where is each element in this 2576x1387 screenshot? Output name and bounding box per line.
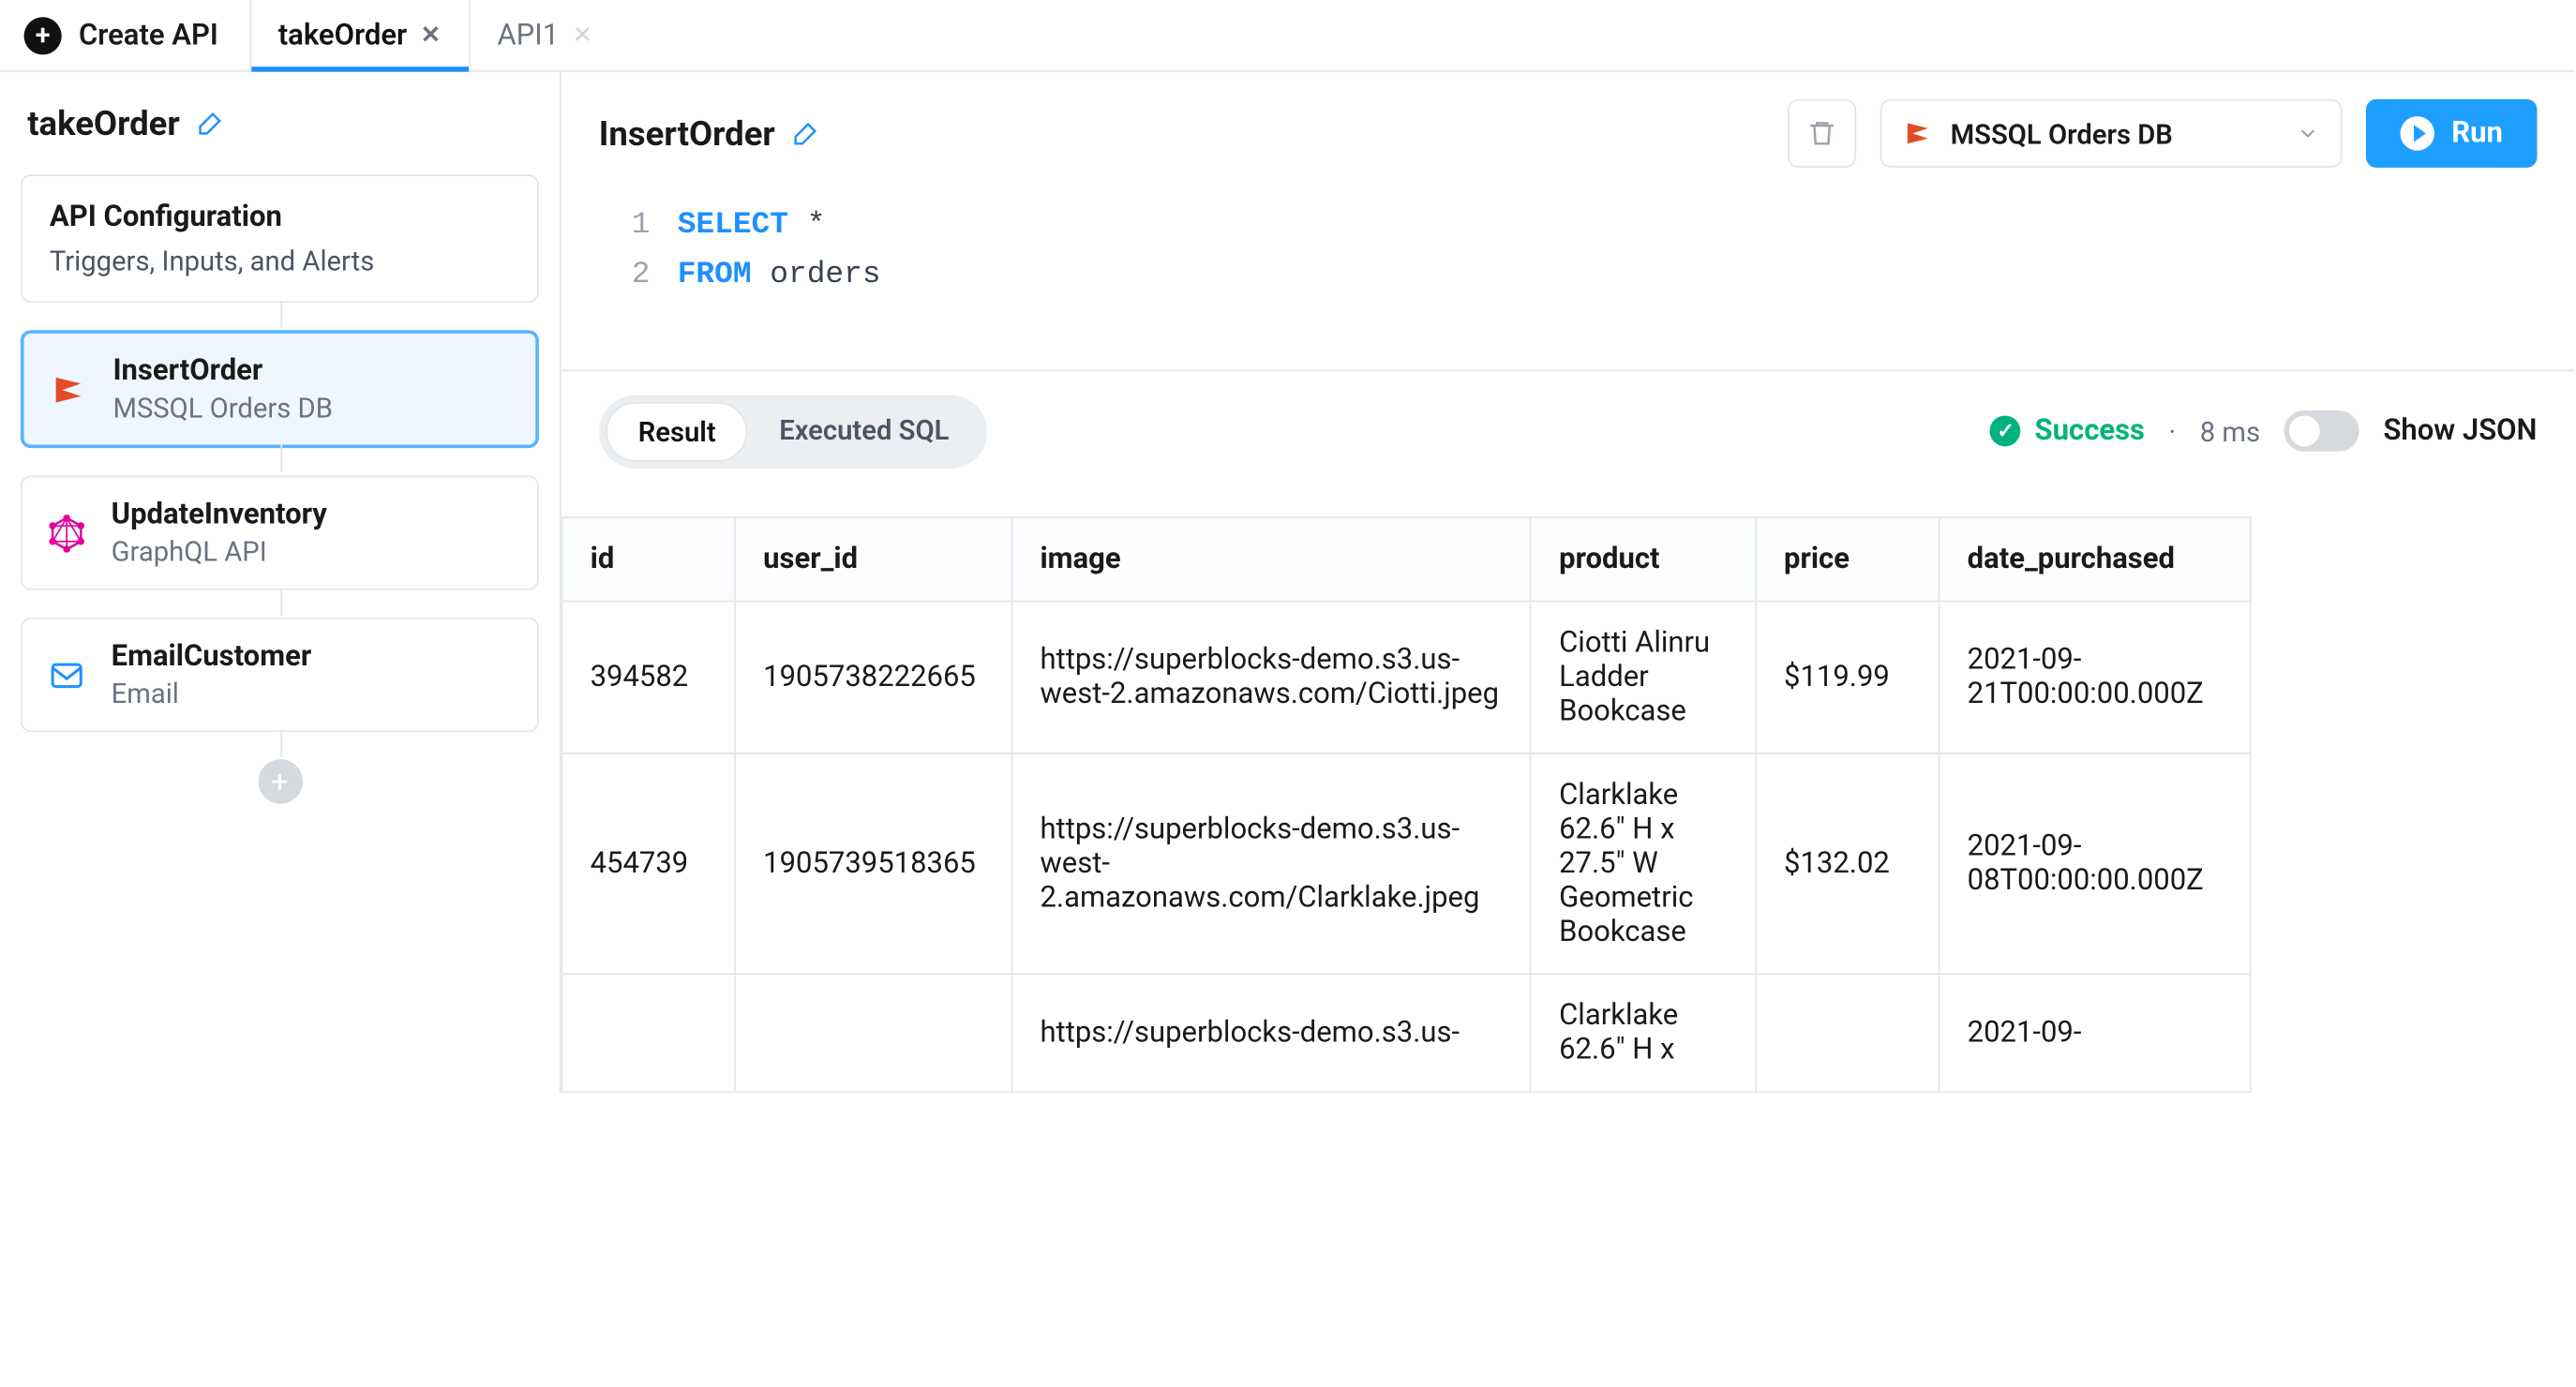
sql-editor[interactable]: 1 SELECT * 2 FROM orders (562, 191, 2575, 368)
cell-id: 394582 (562, 601, 736, 753)
mssql-icon (1902, 118, 1933, 149)
datasource-select[interactable]: MSSQL Orders DB (1880, 99, 2343, 168)
step-integration: MSSQL Orders DB (112, 392, 332, 425)
cell-product: Clarklake 62.6" H x 27.5" W Geometric Bo… (1531, 753, 1756, 973)
sidebar: takeOrder API Configuration Triggers, In… (0, 72, 562, 1093)
run-button[interactable]: Run (2366, 99, 2537, 168)
cell-product: Clarklake 62.6" H x (1531, 974, 1756, 1092)
delete-button[interactable] (1788, 99, 1856, 168)
col-price[interactable]: price (1756, 516, 1939, 600)
col-user-id[interactable]: user_id (735, 516, 1011, 600)
cell-image: https://superblocks-demo.s3.us- (1011, 974, 1531, 1092)
cell-price: $132.02 (1756, 753, 1939, 973)
config-title: API Configuration (50, 201, 510, 235)
cell-image: https://superblocks-demo.s3.us-west-2.am… (1011, 601, 1531, 753)
edit-icon[interactable] (792, 120, 819, 147)
close-icon[interactable]: ✕ (421, 22, 441, 49)
edit-icon[interactable] (197, 110, 224, 137)
cell-id: 454739 (562, 753, 736, 973)
close-icon[interactable]: ✕ (573, 22, 592, 49)
col-date-purchased[interactable]: date_purchased (1939, 516, 2251, 600)
execution-time: 8 ms (2200, 415, 2260, 448)
cell-date: 2021-09- (1939, 974, 2251, 1092)
show-json-toggle[interactable] (2284, 410, 2359, 452)
cell-date: 2021-09-21T00:00:00.000Z (1939, 601, 2251, 753)
create-api-label: Create API (79, 18, 218, 52)
table-row[interactable]: https://superblocks-demo.s3.us- Clarklak… (562, 974, 2251, 1092)
cell-product: Ciotti Alinru Ladder Bookcase (1531, 601, 1756, 753)
config-subtitle: Triggers, Inputs, and Alerts (50, 245, 510, 277)
step-name: UpdateInventory (112, 498, 327, 532)
step-insertorder[interactable]: InsertOrder MSSQL Orders DB (21, 330, 539, 448)
col-image[interactable]: image (1011, 516, 1531, 600)
cell-image: https://superblocks-demo.s3.us-west-2.am… (1011, 753, 1531, 973)
show-json-label: Show JSON (2383, 414, 2537, 449)
tab-label: API1 (497, 18, 559, 52)
api-title: takeOrder (21, 103, 539, 144)
step-emailcustomer[interactable]: EmailCustomer Email (21, 618, 539, 732)
chevron-down-icon (2296, 122, 2320, 146)
tab-result[interactable]: Result (606, 401, 748, 461)
main-panel: InsertOrder MSSQL Orders DB (562, 72, 2575, 1093)
tab-bar: + Create API takeOrder ✕ API1 ✕ (0, 0, 2575, 72)
cell-user-id: 1905739518365 (735, 753, 1011, 973)
table-row[interactable]: 394582 1905738222665 https://superblocks… (562, 601, 2251, 753)
cell-user-id: 1905738222665 (735, 601, 1011, 753)
table-row[interactable]: 454739 1905739518365 https://superblocks… (562, 753, 2251, 973)
cell-price: $119.99 (1756, 601, 1939, 753)
mssql-icon (48, 368, 89, 410)
api-name: takeOrder (27, 103, 180, 144)
col-product[interactable]: product (1531, 516, 1756, 600)
result-table: id user_id image product price date_purc… (562, 515, 2252, 1092)
tab-api1[interactable]: API1 ✕ (468, 0, 620, 70)
step-name: EmailCustomer (112, 640, 312, 675)
result-toolbar: Result Executed SQL ✓ Success · 8 ms Sho… (562, 368, 2575, 491)
plus-icon: + (24, 16, 62, 53)
datasource-label: MSSQL Orders DB (1951, 117, 2173, 150)
timing-dot: · (2169, 415, 2177, 448)
cell-date: 2021-09-08T00:00:00.000Z (1939, 753, 2251, 973)
graphql-icon (46, 513, 87, 554)
line-number: 2 (599, 251, 651, 301)
tab-label: takeOrder (278, 18, 407, 52)
add-step-button[interactable]: + (258, 759, 302, 803)
step-title: InsertOrder (599, 112, 775, 154)
step-header: InsertOrder MSSQL Orders DB (562, 72, 2575, 192)
col-id[interactable]: id (562, 516, 736, 600)
trash-icon (1806, 118, 1837, 149)
cell-price (1756, 974, 1939, 1092)
cell-id (562, 974, 736, 1092)
create-api-button[interactable]: + Create API (24, 16, 249, 53)
status-badge: ✓ Success (1990, 414, 2145, 449)
run-label: Run (2451, 116, 2503, 151)
api-configuration-card[interactable]: API Configuration Triggers, Inputs, and … (21, 174, 539, 303)
email-icon (46, 654, 87, 695)
step-updateinventory[interactable]: UpdateInventory GraphQL API (21, 475, 539, 589)
step-integration: GraphQL API (112, 535, 327, 568)
step-integration: Email (112, 678, 312, 710)
step-name: InsertOrder (112, 354, 332, 389)
line-number: 1 (599, 201, 651, 251)
play-icon (2401, 116, 2435, 151)
tab-takeorder[interactable]: takeOrder ✕ (249, 0, 469, 70)
result-tabs: Result Executed SQL (599, 395, 987, 468)
check-icon: ✓ (1990, 416, 2021, 447)
result-table-container: id user_id image product price date_purc… (562, 492, 2575, 1093)
tab-executed-sql[interactable]: Executed SQL (748, 401, 980, 461)
table-header-row: id user_id image product price date_purc… (562, 516, 2251, 600)
cell-user-id (735, 974, 1011, 1092)
